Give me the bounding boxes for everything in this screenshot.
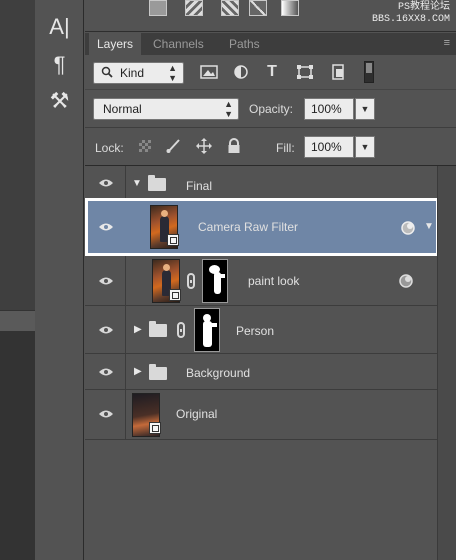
fill-label: Fill: bbox=[276, 141, 295, 155]
layer-row-background[interactable]: ▶ Background bbox=[85, 354, 437, 390]
smart-object-filter-icon[interactable] bbox=[329, 64, 347, 80]
smart-object-badge-icon bbox=[167, 234, 179, 246]
pixel-filter-icon[interactable] bbox=[200, 64, 218, 80]
layer-row-camera-raw-filter[interactable]: Camera Raw Filter ▼ bbox=[85, 198, 439, 256]
watermark: PS教程论坛 BBS.16XX8.COM bbox=[372, 2, 450, 26]
visibility-eye-icon[interactable] bbox=[98, 325, 114, 335]
lock-image-pixels-icon[interactable] bbox=[165, 138, 181, 154]
eye-column-divider bbox=[125, 354, 126, 389]
layer-filter-row: Kind ▲ ▼ T bbox=[85, 55, 456, 90]
hue-saturation-icon[interactable] bbox=[185, 0, 203, 16]
panel-icon-strip: A| ¶ ⚒ bbox=[35, 0, 84, 125]
fill-field[interactable]: 100% bbox=[304, 136, 354, 158]
brush-presets-icon[interactable]: ⚒ bbox=[35, 88, 84, 114]
visibility-eye-icon[interactable] bbox=[98, 367, 114, 377]
eye-column-divider bbox=[125, 390, 126, 439]
layers-scrollbar[interactable] bbox=[437, 166, 456, 560]
search-icon bbox=[101, 66, 113, 78]
canvas-area bbox=[0, 332, 35, 560]
visibility-eye-icon[interactable] bbox=[98, 222, 114, 232]
link-chain-icon[interactable] bbox=[177, 322, 185, 338]
expand-caret-icon[interactable]: ▶ bbox=[134, 366, 142, 377]
folder-icon bbox=[149, 321, 167, 337]
smart-filter-icon[interactable] bbox=[398, 273, 414, 289]
watermark-line-2: BBS.16XX8.COM bbox=[371, 14, 450, 25]
link-chain-icon[interactable] bbox=[187, 273, 195, 289]
layers-list: ▼ Final Camera Raw Filter ▼ paint look ▶… bbox=[85, 166, 439, 560]
fill-dropdown-icon[interactable]: ▼ bbox=[355, 136, 375, 158]
tab-paths[interactable]: Paths bbox=[221, 33, 268, 55]
adjustments-bar: PS教程论坛 BBS.16XX8.COM bbox=[85, 0, 456, 32]
panel-tabs: Layers Channels Paths ≡ bbox=[85, 33, 456, 55]
expand-caret-icon[interactable]: ▶ bbox=[134, 324, 142, 335]
chevron-updown-icon: ▲ ▼ bbox=[224, 99, 233, 119]
panel-menu-icon[interactable]: ≡ bbox=[444, 37, 450, 49]
opacity-label: Opacity: bbox=[249, 102, 294, 116]
paragraph-panel-icon[interactable]: ¶ bbox=[35, 52, 84, 78]
smart-filter-icon[interactable] bbox=[400, 220, 416, 236]
lock-all-icon[interactable] bbox=[226, 138, 242, 154]
lock-position-icon[interactable] bbox=[196, 138, 212, 154]
layer-name: Camera Raw Filter bbox=[198, 220, 299, 234]
folder-icon bbox=[149, 364, 167, 380]
shape-filter-icon[interactable] bbox=[296, 64, 314, 80]
opacity-dropdown-icon[interactable]: ▼ bbox=[355, 98, 375, 120]
filter-kind-select[interactable]: Kind ▲ ▼ bbox=[93, 62, 184, 84]
vibrance-icon[interactable] bbox=[149, 0, 167, 16]
gradient-map-icon[interactable] bbox=[281, 0, 299, 16]
layer-name: Person bbox=[236, 324, 275, 338]
chevron-updown-icon: ▲ ▼ bbox=[168, 63, 177, 83]
layer-name: Original bbox=[176, 407, 218, 421]
layer-mask-thumbnail[interactable] bbox=[202, 259, 228, 303]
filter-kind-label: Kind bbox=[120, 66, 145, 80]
lock-transparent-pixels-icon[interactable] bbox=[139, 140, 151, 152]
lock-label: Lock: bbox=[95, 141, 124, 155]
expand-caret-icon[interactable]: ▼ bbox=[132, 178, 142, 189]
layer-row-paint-look[interactable]: paint look bbox=[85, 256, 437, 306]
smart-object-badge-icon bbox=[169, 289, 181, 301]
visibility-eye-icon[interactable] bbox=[98, 409, 114, 419]
opacity-field[interactable]: 100% bbox=[304, 98, 354, 120]
layer-row-person[interactable]: ▶ Person bbox=[85, 306, 437, 354]
layer-name: Final bbox=[186, 179, 213, 193]
blend-mode-value: Normal bbox=[103, 102, 142, 116]
eye-column-divider bbox=[125, 256, 126, 305]
tab-channels[interactable]: Channels bbox=[145, 33, 212, 55]
panel-icon-strip-lower bbox=[35, 125, 84, 560]
group-mask-thumbnail[interactable] bbox=[194, 308, 220, 352]
filter-toggle-switch[interactable] bbox=[364, 61, 374, 83]
black-white-icon[interactable] bbox=[249, 0, 267, 16]
layer-name: Background bbox=[186, 366, 251, 380]
smart-object-badge-icon bbox=[149, 422, 161, 434]
layer-row-final[interactable]: ▼ Final bbox=[85, 166, 437, 200]
eye-column-divider bbox=[125, 166, 126, 199]
type-filter-icon[interactable]: T bbox=[263, 64, 281, 80]
character-panel-icon[interactable]: A| bbox=[35, 14, 84, 40]
blend-row: Normal ▲ ▼ Opacity: 100% ▼ bbox=[85, 90, 456, 128]
watermark-line-1: PS教程论坛 bbox=[397, 2, 450, 13]
color-balance-icon[interactable] bbox=[221, 0, 239, 16]
layer-name: paint look bbox=[248, 274, 300, 288]
tab-layers[interactable]: Layers bbox=[89, 33, 142, 55]
folder-icon bbox=[148, 175, 166, 191]
lock-row: Lock: Fill: 100% ▼ bbox=[85, 128, 456, 166]
adjustment-filter-icon[interactable] bbox=[232, 64, 250, 80]
left-dock-divider[interactable] bbox=[0, 310, 35, 332]
options-caret-icon[interactable]: ▼ bbox=[424, 221, 434, 232]
visibility-eye-icon[interactable] bbox=[98, 276, 114, 286]
blend-mode-select[interactable]: Normal ▲ ▼ bbox=[93, 98, 239, 120]
eye-column-divider bbox=[125, 306, 126, 353]
visibility-eye-icon[interactable] bbox=[98, 178, 114, 188]
layer-row-original[interactable]: Original bbox=[85, 390, 437, 440]
